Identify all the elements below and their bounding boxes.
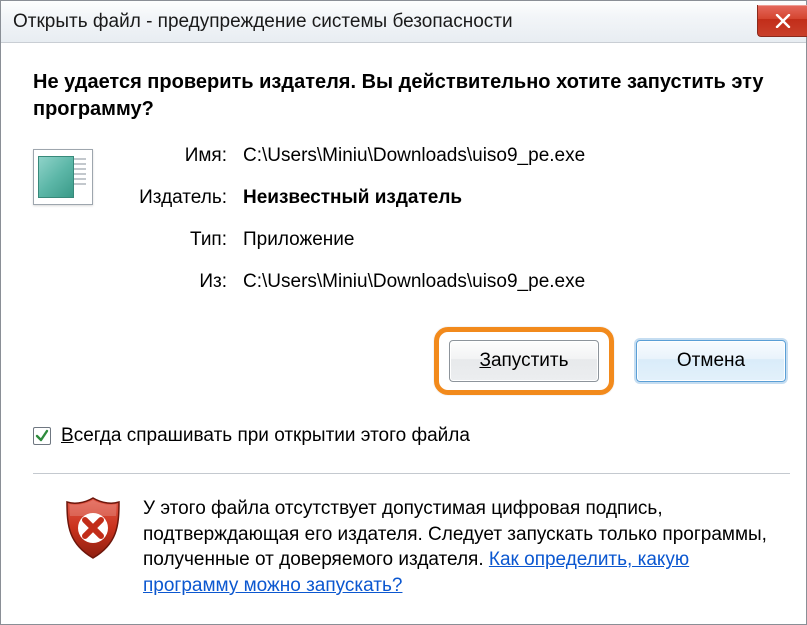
always-ask-label: Всегда спрашивать при открытии этого фай… bbox=[61, 425, 470, 447]
footer-text: У этого файла отсутствует допустимая циф… bbox=[143, 496, 770, 599]
warning-heading: Не удается проверить издателя. Вы действ… bbox=[33, 69, 773, 123]
titlebar: Открыть файл - предупреждение системы бе… bbox=[1, 1, 806, 43]
client-area: Не удается проверить издателя. Вы действ… bbox=[1, 43, 806, 599]
always-ask-row: Всегда спрашивать при открытии этого фай… bbox=[33, 425, 790, 447]
always-ask-checkbox[interactable] bbox=[33, 427, 51, 445]
action-buttons: Запустить Отмена bbox=[33, 327, 790, 395]
cancel-button[interactable]: Отмена bbox=[636, 340, 786, 382]
file-type-icon bbox=[33, 149, 93, 205]
close-button[interactable] bbox=[757, 5, 807, 37]
window-title: Открыть файл - предупреждение системы бе… bbox=[13, 11, 513, 33]
name-label: Имя: bbox=[123, 145, 243, 167]
run-button[interactable]: Запустить bbox=[449, 340, 599, 382]
file-info: Имя: C:\Users\Miniu\Downloads\uiso9_pe.e… bbox=[33, 145, 790, 293]
close-icon bbox=[775, 14, 791, 28]
shield-warning-icon bbox=[63, 496, 123, 562]
type-value: Приложение bbox=[243, 229, 354, 251]
publisher-value: Неизвестный издатель bbox=[243, 187, 462, 209]
from-value: C:\Users\Miniu\Downloads\uiso9_pe.exe bbox=[243, 271, 585, 293]
publisher-label: Издатель: bbox=[123, 187, 243, 209]
run-button-highlight: Запустить bbox=[434, 327, 614, 395]
footer-warning: У этого файла отсутствует допустимая циф… bbox=[33, 474, 790, 599]
check-icon bbox=[35, 429, 49, 443]
name-value: C:\Users\Miniu\Downloads\uiso9_pe.exe bbox=[243, 145, 585, 167]
type-label: Тип: bbox=[123, 229, 243, 251]
security-warning-dialog: Открыть файл - предупреждение системы бе… bbox=[0, 0, 807, 625]
from-label: Из: bbox=[123, 271, 243, 293]
